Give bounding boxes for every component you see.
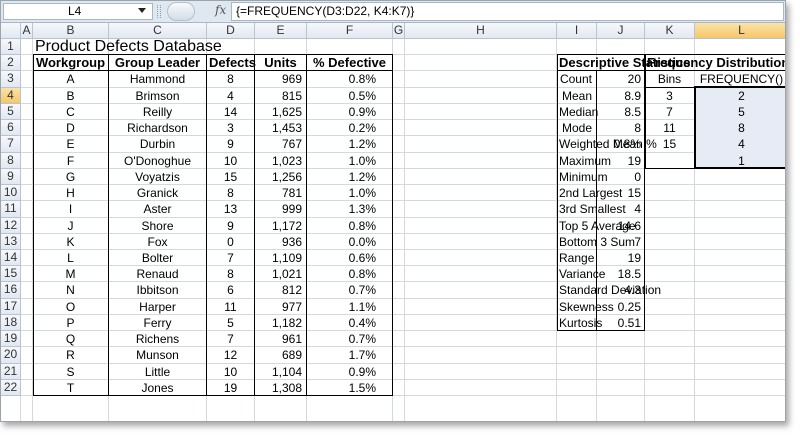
excel-window: L4 fx {=FREQUENCY(D3:D22, K4:K7)} ABCDEF… — [0, 0, 786, 422]
column-header-k[interactable]: K — [645, 23, 695, 39]
row-header-8[interactable]: 8 — [1, 152, 21, 169]
formula-bar-expand-oval[interactable] — [167, 2, 195, 21]
table-column-divider — [306, 54, 307, 397]
row-header-18[interactable]: 18 — [1, 314, 21, 332]
row-header-5[interactable]: 5 — [1, 103, 21, 121]
row-header-21[interactable]: 21 — [1, 363, 21, 380]
column-header-j[interactable]: J — [597, 23, 645, 39]
formula-bar: L4 fx {=FREQUENCY(D3:D22, K4:K7)} — [1, 1, 785, 23]
row-header-19[interactable]: 19 — [1, 331, 21, 348]
row-header-2[interactable]: 2 — [1, 55, 21, 72]
table-column-divider — [206, 54, 207, 397]
worksheet-grid[interactable]: A B C D E F G H I J K L 1 2 3 4 5 6 7 8 9 10 11 12 13 14 15 16 17 18 1… — [1, 23, 786, 421]
row-header-16[interactable]: 16 — [1, 282, 21, 299]
row-header-14[interactable]: 14 — [1, 249, 21, 267]
row-header-1[interactable]: 1 — [1, 39, 21, 56]
frequency-header-underline — [645, 70, 785, 72]
fill-handle[interactable] — [785, 165, 786, 170]
row-header-15[interactable]: 15 — [1, 266, 21, 283]
row-header-17[interactable]: 17 — [1, 298, 21, 315]
row-header-7[interactable]: 7 — [1, 136, 21, 153]
column-header-f[interactable]: F — [307, 23, 393, 39]
select-all-corner[interactable] — [1, 23, 21, 39]
column-header-b[interactable]: B — [33, 23, 109, 39]
row-header-11[interactable]: 11 — [1, 201, 21, 218]
column-header-g[interactable]: G — [393, 23, 405, 39]
column-header-h[interactable]: H — [405, 23, 557, 39]
row-header-6[interactable]: 6 — [1, 120, 21, 137]
selection-border — [694, 85, 785, 169]
row-header-3[interactable]: 3 — [1, 71, 21, 88]
row-header-9[interactable]: 9 — [1, 168, 21, 186]
row-header-4[interactable]: 4 — [1, 87, 21, 104]
stats-border — [557, 54, 645, 332]
column-header-e[interactable]: E — [255, 23, 307, 39]
table-column-divider — [108, 54, 109, 397]
insert-function-icon[interactable]: fx — [215, 3, 226, 17]
column-header-d[interactable]: D — [207, 23, 255, 39]
column-header-a[interactable]: A — [21, 23, 33, 39]
stats-header-underline — [557, 70, 645, 72]
column-header-i[interactable]: I — [557, 23, 597, 39]
table-column-divider — [254, 54, 255, 397]
name-box[interactable]: L4 — [3, 3, 153, 20]
column-header-l[interactable]: L — [695, 23, 785, 39]
row-header-10[interactable]: 10 — [1, 185, 21, 202]
chevron-down-icon[interactable] — [138, 8, 146, 13]
page-title[interactable]: Product Defects Database — [35, 38, 335, 55]
column-header-c[interactable]: C — [109, 23, 207, 39]
table-border — [33, 54, 393, 397]
formula-bar-splitter[interactable] — [157, 5, 161, 18]
stats-column-divider — [596, 70, 597, 331]
row-header-12[interactable]: 12 — [1, 217, 21, 234]
row-header-20[interactable]: 20 — [1, 347, 21, 364]
formula-input[interactable]: {=FREQUENCY(D3:D22, K4:K7)} — [231, 2, 784, 21]
row-header-13[interactable]: 13 — [1, 233, 21, 250]
table-column-divider — [392, 54, 393, 397]
table-header-underline — [33, 70, 393, 72]
row-header-22[interactable]: 22 — [1, 379, 21, 397]
